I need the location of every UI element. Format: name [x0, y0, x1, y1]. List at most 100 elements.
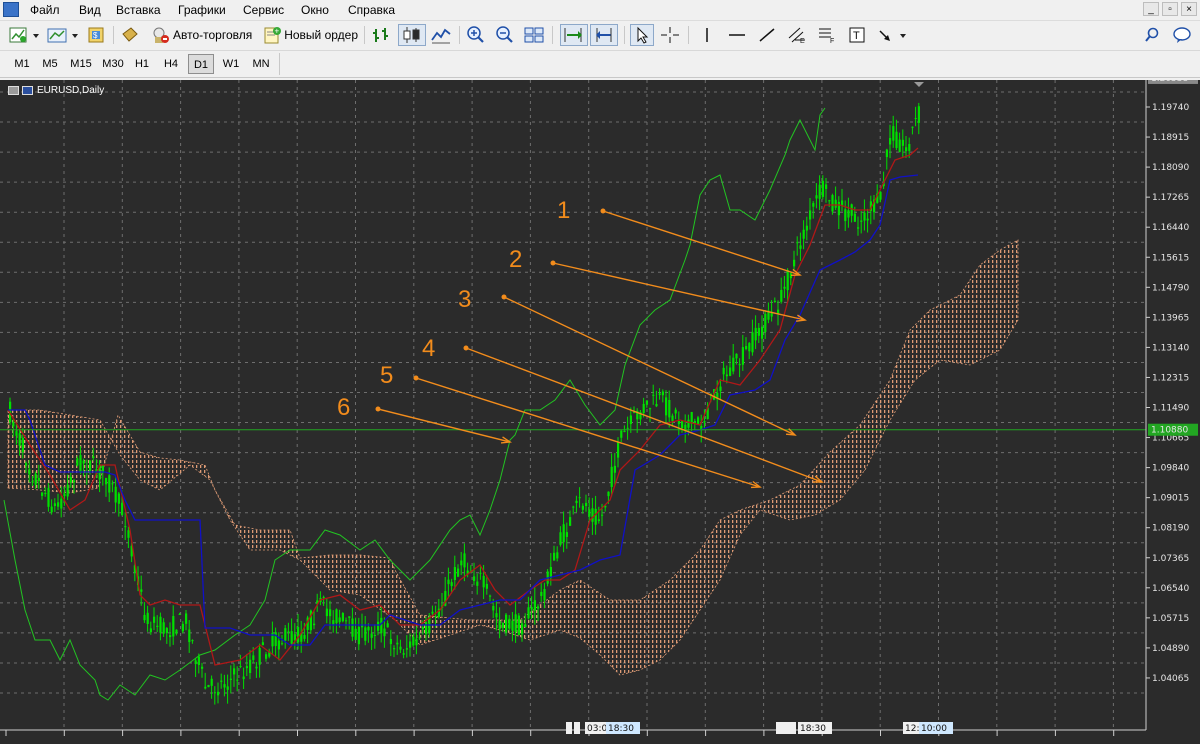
tf-d1[interactable]: D1	[188, 54, 214, 74]
minimize-icon[interactable]: _	[1143, 2, 1159, 16]
candle-body	[431, 611, 434, 614]
candle-body	[885, 149, 888, 158]
cursor-icon	[637, 26, 649, 44]
toolbar: $ Авто-торговля + Новый ордер E F T	[0, 21, 1200, 51]
tf-m1[interactable]: M1	[9, 54, 35, 74]
tf-w1[interactable]: W1	[218, 54, 244, 74]
candle-body	[463, 553, 466, 568]
candle-body	[303, 634, 306, 639]
equidistant-channel-button[interactable]: E	[786, 24, 810, 46]
candle-body	[380, 617, 383, 634]
candle-body	[741, 347, 744, 365]
candle-body	[565, 532, 568, 537]
candle-body	[335, 609, 338, 624]
candle-body	[181, 623, 184, 632]
fibonacci-button[interactable]: F	[816, 24, 840, 46]
candle-body	[655, 404, 658, 407]
candle-body	[505, 614, 508, 633]
candle-body	[613, 465, 616, 473]
candle-body	[383, 628, 386, 637]
menu-file[interactable]: Файл	[30, 3, 60, 17]
horizontal-line-button[interactable]	[726, 24, 750, 46]
new-order-icon: +	[264, 27, 281, 44]
menu-window[interactable]: Окно	[301, 3, 329, 17]
menu-charts[interactable]: Графики	[178, 3, 226, 17]
candle-body	[764, 313, 767, 332]
candle-body	[783, 286, 786, 289]
trendline-button[interactable]	[756, 24, 780, 46]
cursor-tool-button[interactable]	[630, 24, 654, 46]
restore-icon[interactable]: ▫	[1162, 2, 1178, 16]
menu-tools[interactable]: Сервис	[243, 3, 284, 17]
chart-window[interactable]: 1.19740 1.18915 1.18090 1.17265 1.16440 1.156…	[0, 80, 1200, 744]
candle-body	[594, 508, 597, 525]
candle-body	[665, 397, 668, 416]
candle-body	[453, 567, 456, 581]
tf-h1[interactable]: H1	[129, 54, 155, 74]
tf-m5[interactable]: M5	[37, 54, 63, 74]
y-tick-label: 1.06540	[1152, 584, 1189, 594]
menu-view[interactable]: Вид	[79, 3, 101, 17]
tf-m30[interactable]: M30	[98, 54, 128, 74]
new-order-button[interactable]: + Новый ордер	[262, 24, 358, 46]
candle-body	[345, 620, 348, 622]
profiles-button[interactable]	[46, 24, 82, 46]
search-button[interactable]	[1143, 24, 1163, 46]
tf-h4[interactable]: H4	[158, 54, 184, 74]
chart-shift-marker	[914, 82, 924, 87]
candle-body	[521, 623, 524, 635]
chat-button[interactable]	[1172, 24, 1194, 46]
candle-body	[668, 399, 671, 418]
time-marker-tab	[566, 722, 572, 734]
svg-text:E: E	[800, 38, 805, 45]
annotation-number: 4	[422, 335, 435, 362]
candle-body	[341, 613, 344, 622]
candle-body	[578, 497, 581, 499]
arrows-button[interactable]	[876, 24, 910, 46]
vertical-line-button[interactable]	[696, 24, 720, 46]
candle-body	[284, 628, 287, 641]
menu-help[interactable]: Справка	[348, 3, 395, 17]
candle-body	[229, 678, 232, 680]
candle-body	[329, 609, 332, 617]
line-chart-icon	[431, 28, 451, 44]
bar-chart-button[interactable]	[370, 24, 394, 46]
menu-insert[interactable]: Вставка	[116, 3, 161, 17]
expert-icon	[122, 27, 138, 42]
candle-body	[895, 131, 898, 149]
expert-button[interactable]	[120, 24, 144, 46]
candle-body	[325, 608, 328, 617]
svg-text:F: F	[830, 38, 834, 45]
zoom-in-button[interactable]	[465, 24, 489, 46]
search-icon	[1145, 27, 1159, 42]
line-chart-button[interactable]	[430, 24, 454, 46]
chart-shift-button[interactable]	[590, 24, 618, 46]
zoom-out-icon	[496, 26, 513, 43]
candle-body	[197, 656, 200, 665]
auto-scroll-button[interactable]	[560, 24, 588, 46]
y-tick-label: 1.05715	[1152, 614, 1189, 624]
market-watch-button[interactable]: $	[86, 24, 108, 46]
candle-body	[111, 483, 114, 485]
annotation-arrow	[377, 408, 511, 443]
candle-body	[479, 572, 482, 574]
tile-windows-button[interactable]	[523, 24, 547, 46]
close-icon[interactable]: ×	[1181, 2, 1197, 16]
candle-body	[671, 415, 674, 422]
new-chart-button[interactable]	[8, 24, 42, 46]
candle-body	[41, 492, 44, 496]
price-chart[interactable]: 1.19740 1.18915 1.18090 1.17265 1.16440 1.156…	[0, 80, 1200, 744]
candle-body	[53, 503, 56, 507]
crosshair-tool-button[interactable]	[659, 24, 683, 46]
candle-chart-button[interactable]	[398, 24, 426, 46]
autotrade-button[interactable]: Авто-торговля	[150, 24, 256, 46]
app-icon[interactable]	[3, 2, 19, 17]
tf-mn[interactable]: MN	[248, 54, 274, 74]
candle-body	[210, 678, 213, 686]
candle-body	[761, 326, 764, 339]
tf-m15[interactable]: M15	[66, 54, 96, 74]
candle-body	[569, 517, 572, 526]
zoom-out-button[interactable]	[494, 24, 518, 46]
text-tool-button[interactable]: T	[846, 24, 870, 46]
candle-body	[530, 607, 533, 610]
